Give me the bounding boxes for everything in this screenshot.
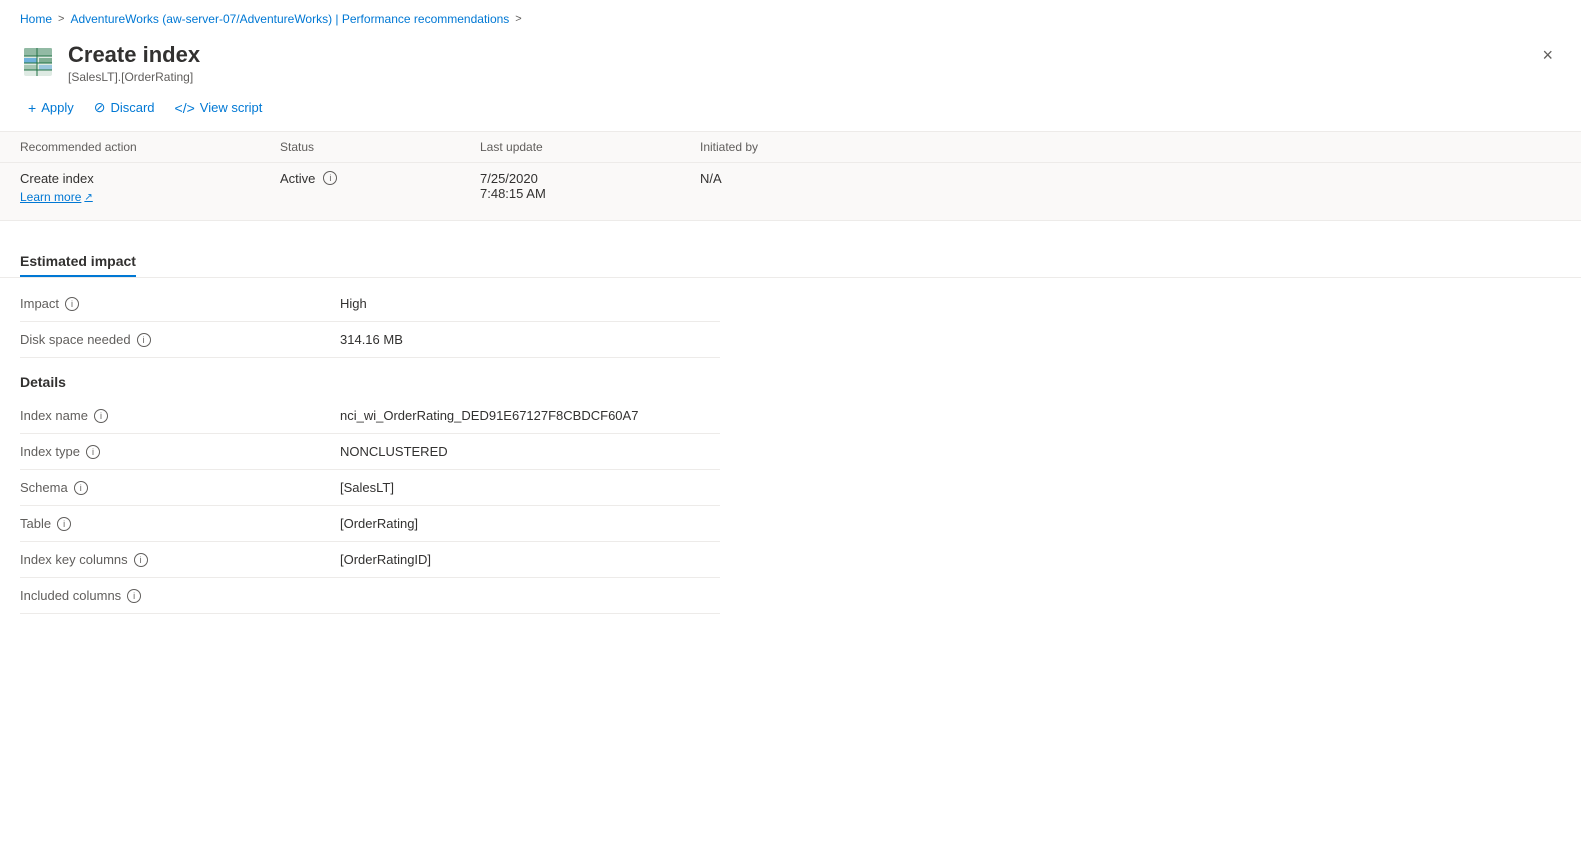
col-header-status: Status: [280, 140, 480, 154]
impact-row: Impact i High: [20, 286, 720, 322]
estimated-impact-section: Estimated impact Impact i High Disk spac…: [0, 237, 1581, 358]
details-value: [SalesLT]: [340, 480, 720, 495]
details-label: Tablei: [20, 516, 340, 531]
apply-label: Apply: [41, 100, 74, 115]
close-button[interactable]: ×: [1534, 42, 1561, 68]
panel-title-area: Create index [SalesLT].[OrderRating]: [20, 42, 200, 84]
status-info-icon[interactable]: i: [323, 171, 337, 185]
details-label: Index namei: [20, 408, 340, 423]
disk-space-info-icon[interactable]: i: [137, 333, 151, 347]
details-value: nci_wi_OrderRating_DED91E67127F8CBDCF60A…: [340, 408, 720, 423]
impact-label: Impact i: [20, 296, 340, 311]
discard-label: Discard: [110, 100, 154, 115]
last-update-time: 7:48:15 AM: [480, 186, 700, 201]
learn-more-link[interactable]: Learn more ↗: [20, 190, 280, 204]
last-update-date: 7/25/2020: [480, 171, 700, 186]
status-value: Active: [280, 171, 315, 186]
panel-subtitle: [SalesLT].[OrderRating]: [68, 70, 200, 84]
details-row: Index nameinci_wi_OrderRating_DED91E6712…: [20, 398, 720, 434]
details-row: Tablei[OrderRating]: [20, 506, 720, 542]
estimated-impact-title-bar: Estimated impact: [0, 253, 1581, 278]
discard-button[interactable]: ⊘ Discard: [86, 94, 163, 121]
panel-title-text: Create index [SalesLT].[OrderRating]: [68, 42, 200, 84]
info-table: Recommended action Status Last update In…: [0, 132, 1581, 221]
action-cell: Create index Learn more ↗: [20, 171, 280, 204]
details-row: Schemai[SalesLT]: [20, 470, 720, 506]
details-table: Index nameinci_wi_OrderRating_DED91E6712…: [20, 398, 720, 614]
row-info-icon[interactable]: i: [127, 589, 141, 603]
details-label: Schemai: [20, 480, 340, 495]
date-cell: 7/25/2020 7:48:15 AM: [480, 171, 700, 204]
row-info-icon[interactable]: i: [86, 445, 100, 459]
page-title: Create index: [68, 42, 200, 68]
info-table-row: Create index Learn more ↗ Active i 7/25/…: [0, 163, 1581, 220]
details-section-label: Details: [0, 358, 1581, 398]
status-cell: Active i: [280, 171, 480, 204]
col-header-initiated: Initiated by: [700, 140, 880, 154]
estimated-impact-title: Estimated impact: [20, 253, 136, 277]
breadcrumb-sep-2: >: [515, 13, 521, 25]
view-script-button[interactable]: </> View script: [167, 95, 271, 121]
apply-icon: +: [28, 100, 36, 116]
row-info-icon[interactable]: i: [134, 553, 148, 567]
details-value: [OrderRating]: [340, 516, 720, 531]
impact-value: High: [340, 296, 720, 311]
col-header-action: Recommended action: [20, 140, 280, 154]
disk-space-row: Disk space needed i 314.16 MB: [20, 322, 720, 358]
view-script-label: View script: [200, 100, 263, 115]
col-header-last-update: Last update: [480, 140, 700, 154]
details-row: Included columnsi: [20, 578, 720, 614]
create-index-icon: [20, 44, 56, 80]
breadcrumb-sep-1: >: [58, 13, 64, 25]
details-row: Index typeiNONCLUSTERED: [20, 434, 720, 470]
impact-info-icon[interactable]: i: [65, 297, 79, 311]
toolbar: + Apply ⊘ Discard </> View script: [0, 84, 1581, 131]
breadcrumb-adventure-works[interactable]: AdventureWorks (aw-server-07/AdventureWo…: [70, 12, 509, 26]
discard-icon: ⊘: [94, 99, 106, 116]
info-table-header: Recommended action Status Last update In…: [0, 132, 1581, 163]
action-label: Create index: [20, 171, 280, 186]
details-label: Index typei: [20, 444, 340, 459]
apply-button[interactable]: + Apply: [20, 95, 82, 121]
external-link-icon: ↗: [84, 192, 92, 203]
row-info-icon[interactable]: i: [57, 517, 71, 531]
row-info-icon[interactable]: i: [74, 481, 88, 495]
details-value: NONCLUSTERED: [340, 444, 720, 459]
initiated-by-cell: N/A: [700, 171, 880, 204]
row-info-icon[interactable]: i: [94, 409, 108, 423]
details-row: Index key columnsi[OrderRatingID]: [20, 542, 720, 578]
panel-header: Create index [SalesLT].[OrderRating] ×: [0, 34, 1581, 84]
breadcrumb-home[interactable]: Home: [20, 12, 52, 26]
disk-space-label: Disk space needed i: [20, 332, 340, 347]
details-value: [OrderRatingID]: [340, 552, 720, 567]
details-label: Included columnsi: [20, 588, 340, 603]
disk-space-value: 314.16 MB: [340, 332, 720, 347]
breadcrumb: Home > AdventureWorks (aw-server-07/Adve…: [0, 0, 1581, 34]
script-icon: </>: [175, 100, 195, 116]
details-label: Index key columnsi: [20, 552, 340, 567]
estimated-impact-table: Impact i High Disk space needed i 314.16…: [20, 286, 720, 358]
